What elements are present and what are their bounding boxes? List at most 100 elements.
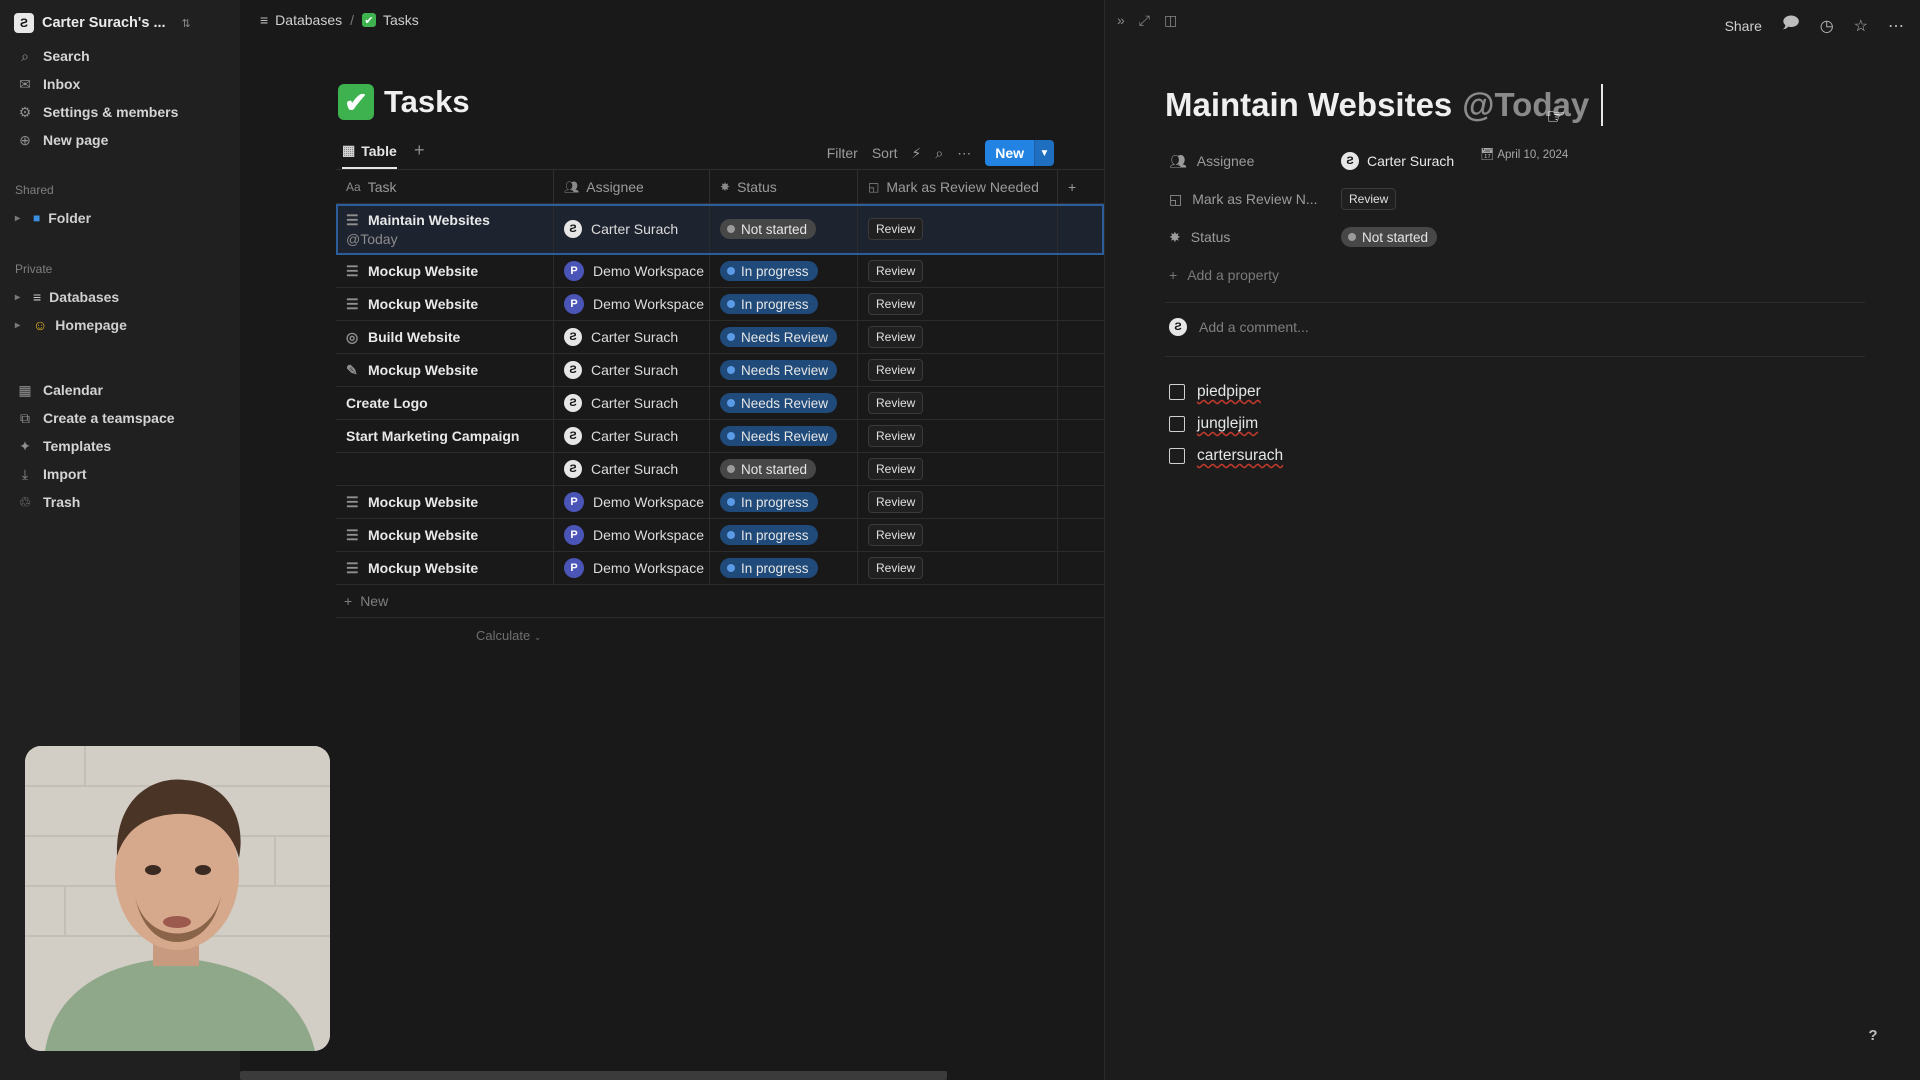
table-row[interactable]: Create Logo Ƨ Carter Surach Needs Review Rev… [336, 387, 1104, 420]
more-options-icon[interactable]: ⋯ [1888, 16, 1904, 36]
status-cell[interactable]: Not started [710, 204, 858, 254]
property-key[interactable]: ◱ Mark as Review N... [1169, 191, 1341, 208]
chevron-right-icon[interactable]: ▸ [15, 213, 25, 224]
task-cell[interactable]: ☰ Mockup Website [336, 288, 554, 320]
review-button[interactable]: Review [868, 260, 924, 282]
assignee-cell[interactable]: P Demo Workspace [554, 486, 710, 518]
review-button[interactable]: Review [868, 392, 924, 414]
table-row[interactable]: ☰ Mockup Website P Demo Workspace In progres… [336, 552, 1104, 585]
page-title-text[interactable]: Tasks [384, 84, 470, 120]
peek-mode-icon[interactable]: ◫ [1164, 12, 1177, 29]
property-key[interactable]: 👥︎ Assignee [1169, 153, 1341, 170]
status-cell[interactable]: Not started [710, 453, 858, 485]
task-cell[interactable]: ☰ Mockup Website [336, 486, 554, 518]
table-row[interactable]: Ƨ Carter Surach Not started Review [336, 453, 1104, 486]
status-cell[interactable]: In progress [710, 288, 858, 320]
sidebar-item-trash[interactable]: ♲ Trash [0, 488, 240, 516]
task-cell[interactable]: Start Marketing Campaign [336, 420, 554, 452]
assignee-cell[interactable]: P Demo Workspace [554, 288, 710, 320]
assignee-cell[interactable]: Ƨ Carter Surach [554, 420, 710, 452]
checkbox[interactable] [1169, 416, 1185, 432]
status-cell[interactable]: In progress [710, 519, 858, 551]
checkbox[interactable] [1169, 384, 1185, 400]
sidebar-item-templates[interactable]: ✦ Templates [0, 432, 240, 460]
close-peek-icon[interactable]: » [1117, 12, 1125, 29]
review-button[interactable]: Review [868, 359, 924, 381]
assignee-cell[interactable]: Ƨ Carter Surach [554, 453, 710, 485]
status-cell[interactable]: Needs Review [710, 321, 858, 353]
sidebar-item-create-teamspace[interactable]: ⧉ Create a teamspace [0, 404, 240, 432]
sidebar-item-calendar[interactable]: ▦ Calendar [0, 376, 240, 404]
table-row[interactable]: ☰ Maintain Websites @Today Ƨ Carter Surach No… [336, 204, 1104, 255]
task-cell[interactable]: ◎ Build Website [336, 321, 554, 353]
filter-button[interactable]: Filter [827, 145, 858, 161]
add-row-button[interactable]: + New [336, 585, 1104, 618]
peek-page-title[interactable]: Maintain Websites @Today [1165, 84, 1604, 126]
sidebar-item-search[interactable]: ⌕ Search [0, 42, 240, 70]
calculate-dropdown[interactable]: Calculate ⌄ [476, 628, 541, 643]
assignee-cell[interactable]: Ƨ Carter Surach [554, 354, 710, 386]
todo-text[interactable]: piedpiper [1197, 383, 1261, 401]
sidebar-item-folder[interactable]: ▸ ■ Folder [0, 204, 240, 232]
status-cell[interactable]: Needs Review [710, 420, 858, 452]
history-clock-icon[interactable]: ◷ [1820, 16, 1834, 36]
assignee-cell[interactable]: Ƨ Carter Surach [554, 387, 710, 419]
sidebar-item-settings[interactable]: ⚙ Settings & members [0, 98, 240, 126]
task-cell[interactable]: ☰ Mockup Website [336, 519, 554, 551]
comment-input[interactable]: Ƨ Add a comment... [1169, 318, 1309, 336]
table-row[interactable]: Start Marketing Campaign Ƨ Carter Surach Ne… [336, 420, 1104, 453]
column-header-assignee[interactable]: 👥︎ Assignee [554, 170, 710, 203]
assignee-cell[interactable]: P Demo Workspace [554, 519, 710, 551]
sidebar-item-inbox[interactable]: ✉ Inbox [0, 70, 240, 98]
table-row[interactable]: ◎ Build Website Ƨ Carter Surach Needs Review… [336, 321, 1104, 354]
status-cell[interactable]: In progress [710, 552, 858, 584]
sort-button[interactable]: Sort [872, 145, 898, 161]
add-column-button[interactable]: + [1058, 170, 1104, 203]
task-cell[interactable]: ☰ Mockup Website [336, 552, 554, 584]
review-button[interactable]: Review [868, 524, 924, 546]
assignee-cell[interactable]: P Demo Workspace [554, 552, 710, 584]
checkmark-emoji-icon[interactable]: ✔ [338, 84, 374, 120]
table-row[interactable]: ☰ Mockup Website P Demo Workspace In progres… [336, 255, 1104, 288]
property-value[interactable]: Ƨ Carter Surach 📅︎ April 10, 2024 [1341, 149, 1568, 170]
chevron-down-icon[interactable]: ▼ [1034, 140, 1054, 166]
automation-bolt-icon[interactable]: ⚡︎ [912, 145, 922, 162]
column-header-status[interactable]: ✸ Status [710, 170, 858, 203]
table-row[interactable]: ✎ Mockup Website Ƨ Carter Surach Needs Revie… [336, 354, 1104, 387]
expand-icon[interactable]: ⤢ [1139, 12, 1150, 29]
task-cell[interactable]: Create Logo [336, 387, 554, 419]
sidebar-item-import[interactable]: ⤓ Import [0, 460, 240, 488]
review-button[interactable]: Review [1341, 188, 1397, 210]
review-button[interactable]: Review [868, 491, 924, 513]
assignee-cell[interactable]: Ƨ Carter Surach [554, 204, 710, 254]
property-key[interactable]: ✸ Status [1169, 229, 1341, 246]
breadcrumb-tasks[interactable]: ✔ Tasks [362, 12, 419, 28]
task-cell[interactable]: ☰ Mockup Website [336, 255, 554, 287]
date-mention[interactable]: @Today [1462, 86, 1589, 124]
chevron-right-icon[interactable]: ▸ [15, 320, 25, 331]
comment-icon[interactable]: 🗩︎ [1782, 12, 1800, 39]
breadcrumb-databases[interactable]: ≡ Databases [260, 12, 342, 28]
status-cell[interactable]: In progress [710, 255, 858, 287]
review-button[interactable]: Review [868, 557, 924, 579]
task-cell[interactable] [336, 453, 554, 485]
new-button[interactable]: New [985, 140, 1034, 166]
help-button[interactable]: ? [1862, 1024, 1884, 1046]
status-cell[interactable]: In progress [710, 486, 858, 518]
horizontal-scrollbar[interactable] [240, 1071, 947, 1080]
column-header-task[interactable]: Aa Task [336, 170, 554, 203]
review-button[interactable]: Review [868, 458, 924, 480]
more-options-icon[interactable]: ⋯ [957, 145, 971, 162]
status-cell[interactable]: Needs Review [710, 354, 858, 386]
column-header-review[interactable]: ◱ Mark as Review Needed [858, 170, 1058, 203]
star-icon[interactable]: ☆ [1854, 16, 1868, 36]
chevron-right-icon[interactable]: ▸ [15, 292, 25, 303]
workspace-switcher[interactable]: Ƨ Carter Surach's ... ⇅ [14, 12, 214, 34]
add-property-button[interactable]: + Add a property [1169, 256, 1869, 294]
table-row[interactable]: ☰ Mockup Website P Demo Workspace In progres… [336, 519, 1104, 552]
date-mention[interactable]: @Today [346, 231, 398, 247]
search-icon[interactable]: ⌕ [935, 145, 943, 162]
review-button[interactable]: Review [868, 218, 924, 240]
sidebar-item-new-page[interactable]: ⊕ New page [0, 126, 240, 154]
review-button[interactable]: Review [868, 326, 924, 348]
